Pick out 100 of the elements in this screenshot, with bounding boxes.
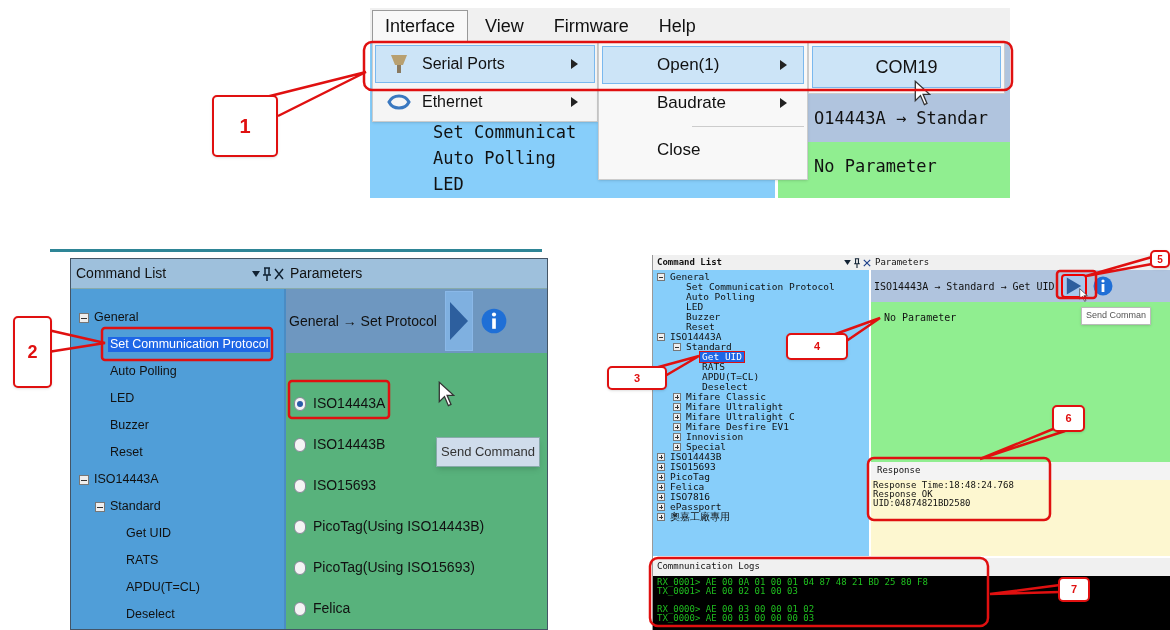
dropdown-icon[interactable] xyxy=(252,270,260,277)
tree-item[interactable]: Auto Polling xyxy=(684,292,757,302)
tree-item[interactable]: PicoTag xyxy=(668,472,713,482)
radio-button[interactable] xyxy=(294,478,306,493)
menu-item[interactable]: COM19 xyxy=(812,46,1001,88)
tree-item[interactable]: ISO14443A xyxy=(668,332,724,342)
radio-button[interactable] xyxy=(294,437,306,452)
expand-toggle-icon[interactable] xyxy=(657,493,665,501)
collapse-toggle-icon[interactable] xyxy=(95,501,105,512)
info-icon[interactable] xyxy=(480,308,507,334)
tree-item[interactable]: Deselect xyxy=(124,607,177,622)
pin-icon[interactable] xyxy=(854,257,860,268)
tree-item[interactable]: Buzzer xyxy=(108,418,151,433)
leader-line xyxy=(1084,255,1153,278)
tree-item[interactable]: RATS xyxy=(700,362,727,372)
parameter-text: No Parameter xyxy=(884,312,957,323)
menu-bar-item[interactable]: Interface xyxy=(372,10,469,42)
expand-toggle-icon[interactable] xyxy=(657,473,665,481)
panel-title: Command List xyxy=(657,255,724,269)
tree-item[interactable]: Reset xyxy=(684,322,717,332)
tree-item[interactable]: LED xyxy=(684,302,706,312)
tree-item[interactable]: Auto Polling xyxy=(433,146,556,172)
collapse-toggle-icon[interactable] xyxy=(79,474,89,485)
tree-item[interactable]: General xyxy=(92,310,141,325)
radio-button[interactable] xyxy=(294,396,306,411)
tree-item[interactable]: Buzzer xyxy=(684,312,723,322)
tree-item[interactable]: Mifare Ultralight C xyxy=(684,412,797,422)
section-title: Commnunication Logs xyxy=(657,560,760,574)
radio-button[interactable] xyxy=(294,519,306,534)
tree-item[interactable]: Set Communicat xyxy=(433,120,577,146)
tree-item[interactable]: Get UID xyxy=(700,352,745,362)
tree-item[interactable]: Mifare Classic xyxy=(684,392,769,402)
expand-toggle-icon[interactable] xyxy=(673,403,681,411)
expand-toggle-icon[interactable] xyxy=(673,393,681,401)
tree-item[interactable]: General xyxy=(668,272,713,282)
tree-item[interactable]: Reset xyxy=(108,445,145,460)
menu-item[interactable]: Ethernet xyxy=(375,87,595,117)
menu-item[interactable]: Serial Ports xyxy=(375,45,595,83)
tree-item[interactable]: Innovision xyxy=(684,432,746,442)
radio-button[interactable] xyxy=(294,601,306,616)
tree-item[interactable]: ISO15693 xyxy=(668,462,718,472)
callout-number: 2 xyxy=(13,316,52,388)
close-icon[interactable] xyxy=(863,258,871,267)
tree-item[interactable]: APDU(T=CL) xyxy=(700,372,762,382)
info-icon[interactable] xyxy=(1092,276,1113,296)
radio-label: ISO15693 xyxy=(313,476,377,495)
expand-toggle-icon[interactable] xyxy=(673,443,681,451)
dropdown-icon[interactable] xyxy=(844,260,851,265)
log-line: RX_0000> AE 00 03 00 00 01 02 xyxy=(657,605,815,614)
expand-toggle-icon[interactable] xyxy=(673,423,681,431)
expand-toggle-icon[interactable] xyxy=(657,513,665,521)
collapse-toggle-icon[interactable] xyxy=(673,343,681,351)
tree-item[interactable]: RATS xyxy=(124,553,161,568)
menu-item[interactable]: Open(1) xyxy=(602,46,804,84)
tree-item[interactable]: Standard xyxy=(684,342,734,352)
tree-item[interactable]: Deselect xyxy=(700,382,750,392)
expand-toggle-icon[interactable] xyxy=(673,433,681,441)
tree-item[interactable]: Mifare Ultralight xyxy=(684,402,786,412)
tree-item[interactable]: Set Communication Protocol xyxy=(108,337,271,352)
callout-number: 6 xyxy=(1052,405,1085,432)
play-icon xyxy=(1065,277,1082,295)
radio-button[interactable] xyxy=(294,560,306,575)
expand-toggle-icon[interactable] xyxy=(657,453,665,461)
collapse-toggle-icon[interactable] xyxy=(79,312,89,323)
send-command-button[interactable] xyxy=(444,291,473,351)
menu-bar-item[interactable]: Firmware xyxy=(540,10,642,42)
pin-icon[interactable] xyxy=(263,266,271,281)
parameter-text: No Parameter xyxy=(814,156,937,176)
menu-item[interactable]: Close xyxy=(602,131,804,169)
close-icon[interactable] xyxy=(274,267,284,280)
expand-toggle-icon[interactable] xyxy=(657,483,665,491)
tree-item[interactable]: LED xyxy=(108,391,137,406)
menu-item[interactable]: Baudrate xyxy=(602,84,804,122)
log-line: TX_0001> AE 00 02 01 00 03 xyxy=(657,587,798,596)
tree-item[interactable]: ISO14443B xyxy=(668,452,724,462)
menu-bar-item[interactable]: Help xyxy=(645,10,709,42)
tooltip: Send Command xyxy=(436,437,540,467)
tree-item[interactable]: ISO7816 xyxy=(668,492,713,502)
collapse-toggle-icon[interactable] xyxy=(657,273,665,281)
tree-item[interactable]: Get UID xyxy=(124,526,174,541)
tree-item[interactable]: Set Communication Protocol xyxy=(684,282,837,292)
tree-item[interactable]: Felica xyxy=(668,482,707,492)
tree-item[interactable]: APDU(T=CL) xyxy=(124,580,202,595)
expand-toggle-icon[interactable] xyxy=(673,413,681,421)
tree-item[interactable]: ISO14443A xyxy=(92,472,161,487)
tree-item[interactable]: ePassport xyxy=(668,502,724,512)
response-line: Response Time:18:48:24.768 xyxy=(873,481,1014,490)
tree-item[interactable]: LED xyxy=(433,172,464,198)
expand-toggle-icon[interactable] xyxy=(657,463,665,471)
menu-bar-item[interactable]: View xyxy=(472,10,537,42)
radio-label: PicoTag(Using ISO14443B) xyxy=(313,517,485,536)
expand-toggle-icon[interactable] xyxy=(657,503,665,511)
tree-item[interactable]: Special xyxy=(684,442,729,452)
log-line: RX_0001> AE 00 0A 01 00 01 04 87 48 21 BD 25 80 F8 xyxy=(657,578,928,587)
collapse-toggle-icon[interactable] xyxy=(657,333,665,341)
tree-item[interactable]: Standard xyxy=(108,499,163,514)
mouse-cursor-icon xyxy=(1079,288,1089,302)
tree-item[interactable]: 奧嘉工廠專用 xyxy=(668,512,732,522)
tree-item[interactable]: Auto Polling xyxy=(108,364,179,379)
tree-item[interactable]: Mifare Desfire EV1 xyxy=(684,422,791,432)
